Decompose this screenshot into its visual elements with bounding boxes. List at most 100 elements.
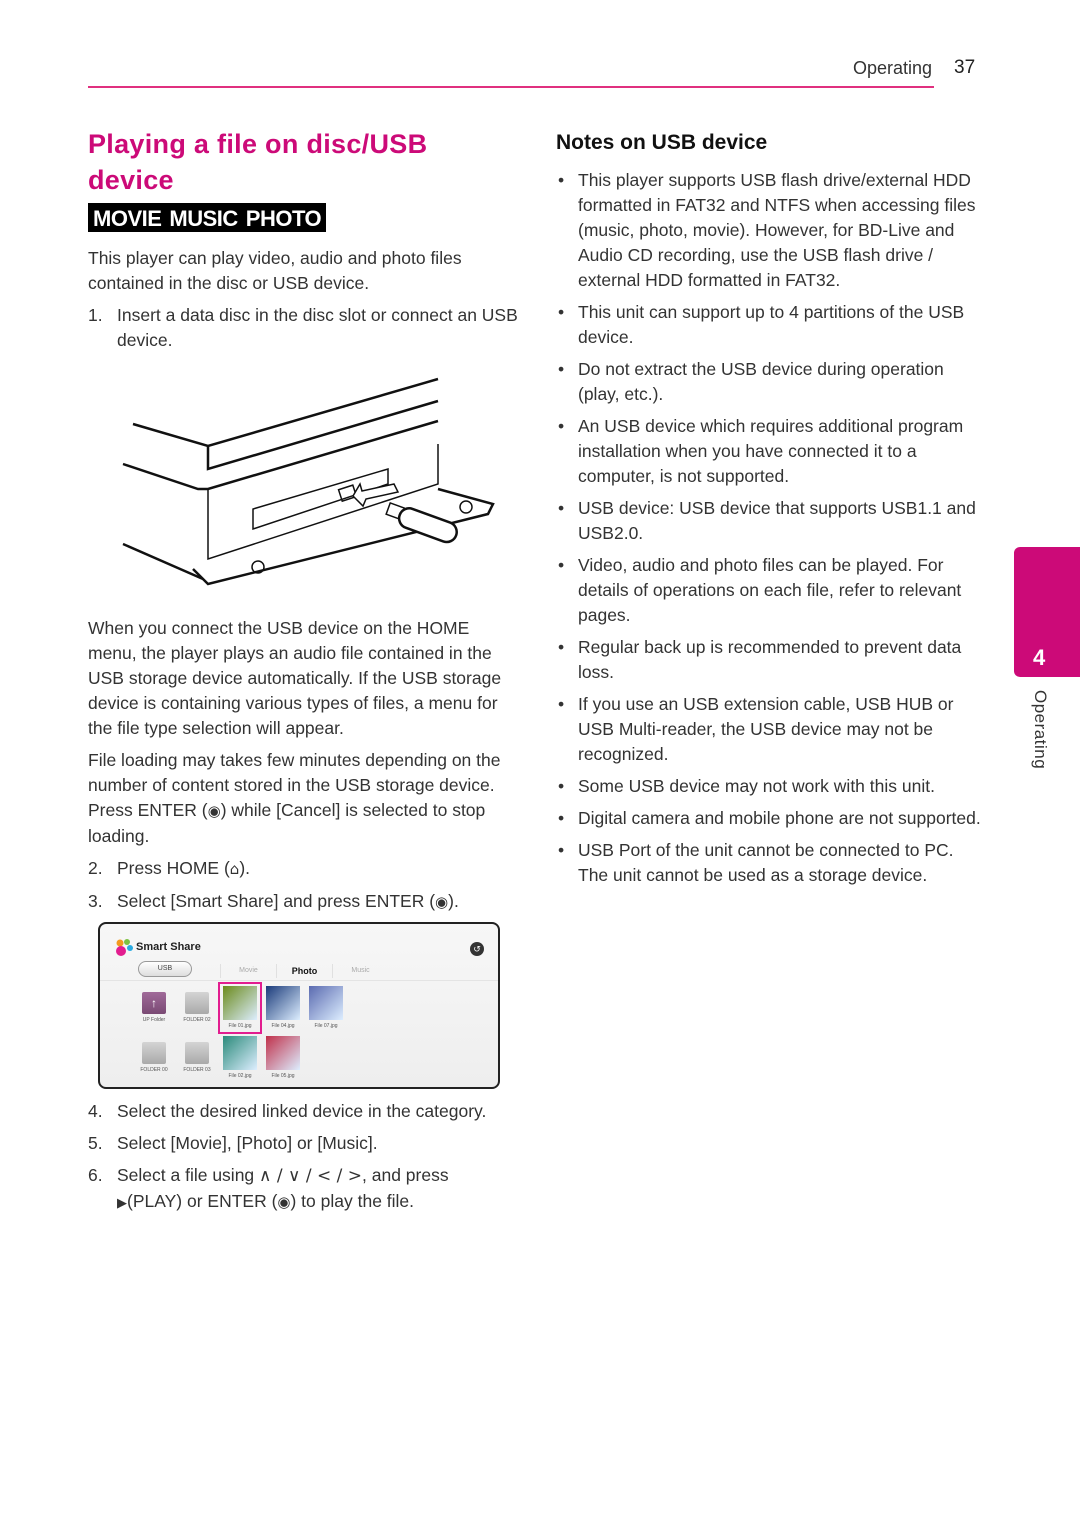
badge-movie: MOVIE bbox=[88, 203, 167, 232]
media-badges: MOVIE MUSIC PHOTO bbox=[88, 203, 518, 232]
header-section-title: Operating bbox=[852, 58, 932, 78]
folder-item[interactable]: FOLDER 03 bbox=[177, 1034, 217, 1082]
file-label: FOLDER 03 bbox=[183, 1067, 211, 1073]
file-label: File 02.jpg bbox=[228, 1073, 252, 1079]
note-text: This player supports USB flash drive/ext… bbox=[578, 170, 976, 290]
step-4: 4. Select the desired linked device in t… bbox=[88, 1101, 487, 1121]
header-rule: Operating bbox=[88, 56, 934, 88]
smart-share-screenshot: Smart Share USB Movie Photo Music ↺ ↑ UP … bbox=[98, 922, 500, 1089]
chapter-number: 4 bbox=[1033, 645, 1046, 670]
enter-icon: ◉ bbox=[435, 893, 449, 911]
note-item: • This unit can support up to 4 partition… bbox=[556, 300, 986, 350]
note-item: • USB Port of the unit cannot be connecte… bbox=[556, 838, 986, 888]
notes-title: Notes on USB device bbox=[556, 131, 768, 154]
note-item: • Do not extract the USB device during op… bbox=[556, 357, 986, 407]
note-text: Some USB device may not work with this u… bbox=[578, 776, 935, 796]
home-icon: ⌂ bbox=[229, 860, 240, 878]
foot-right bbox=[459, 500, 473, 514]
folder-icon bbox=[142, 1042, 166, 1064]
category-tabs: Movie Photo Music bbox=[220, 964, 388, 978]
step-5: 5. Select [Movie], [Photo] or [Music]. bbox=[88, 1133, 378, 1153]
bullet-icon: • bbox=[558, 359, 565, 379]
photo-thumbnail bbox=[266, 1036, 300, 1070]
folder-item[interactable]: FOLDER 00 bbox=[134, 1034, 174, 1082]
folder-icon bbox=[185, 1042, 209, 1064]
player-front-face bbox=[207, 444, 439, 561]
step-1: 1. Insert a data disc in the disc slot o… bbox=[88, 305, 518, 350]
intro-text: This player can play video, audio and ph… bbox=[88, 248, 462, 293]
file-loading-paragraph: File loading may takes few minutes depen… bbox=[88, 750, 501, 846]
file-label: File 07.jpg bbox=[314, 1023, 338, 1029]
bullet-icon: • bbox=[558, 170, 565, 190]
player-top-edge bbox=[132, 377, 439, 448]
note-text: Do not extract the USB device during ope… bbox=[578, 359, 944, 404]
photo-file-item[interactable]: File 02.jpg bbox=[220, 1034, 260, 1082]
up-folder-icon: ↑ bbox=[142, 992, 166, 1014]
step-3: 3. Select [Smart Share] and press ENTER … bbox=[88, 891, 459, 911]
device-usb-button[interactable]: USB bbox=[138, 961, 192, 977]
bullet-icon: • bbox=[558, 840, 565, 860]
smart-share-title: Smart Share bbox=[136, 941, 201, 953]
tab-movie[interactable]: Movie bbox=[220, 964, 276, 978]
photo-file-item[interactable]: File 07.jpg bbox=[306, 984, 346, 1032]
file-label: File 04.jpg bbox=[271, 1023, 295, 1029]
photo-file-item[interactable]: File 01.jpg bbox=[218, 982, 262, 1034]
section-title: Playing a file on disc/USB device bbox=[88, 129, 428, 195]
bullet-icon: • bbox=[558, 555, 565, 575]
bullet-icon: • bbox=[558, 776, 565, 796]
chapter-label: Operating bbox=[1031, 690, 1050, 770]
note-item: • USB device: USB device that supports US… bbox=[556, 496, 986, 546]
usb-connection-illustration bbox=[122, 377, 495, 586]
smart-share-logo-icon bbox=[116, 939, 133, 956]
player-front-edge bbox=[122, 419, 439, 491]
note-text: An USB device which requires additional … bbox=[578, 416, 964, 486]
player-side bbox=[122, 542, 204, 581]
file-grid: ↑ UP Folder FOLDER 02 File 01.jpg File 04.jp… bbox=[134, 982, 348, 1082]
note-text: This unit can support up to 4 partitions… bbox=[578, 302, 965, 347]
bullet-icon: • bbox=[558, 694, 565, 714]
chapter-tab bbox=[1014, 547, 1080, 677]
note-item: • Digital camera and mobile phone are not… bbox=[556, 806, 986, 831]
left-column: Playing a file on disc/USB device MOVIE … bbox=[88, 126, 518, 1223]
note-item: • Video, audio and photo files can be pla… bbox=[556, 553, 986, 628]
right-column: Notes on USB device • This player support… bbox=[556, 126, 986, 895]
tab-music[interactable]: Music bbox=[332, 964, 388, 978]
step-2: 2. Press HOME (⌂). bbox=[88, 858, 251, 878]
note-text: USB device: USB device that supports USB… bbox=[578, 498, 976, 543]
bullet-icon: • bbox=[558, 808, 565, 828]
step-6: 6. Select a file using ∧ / ∨ / < / >, an… bbox=[88, 1165, 449, 1211]
bullet-icon: • bbox=[558, 416, 565, 436]
note-item: • Some USB device may not work with this … bbox=[556, 774, 986, 799]
enter-icon: ◉ bbox=[207, 802, 221, 820]
note-item: • This player supports USB flash drive/ex… bbox=[556, 168, 986, 293]
up-folder-item[interactable]: ↑ UP Folder bbox=[134, 984, 174, 1032]
photo-file-item[interactable]: File 04.jpg bbox=[263, 984, 303, 1032]
play-icon: ▶ bbox=[117, 1196, 127, 1211]
arrow-keys-icon: ∧ / ∨ / < / > bbox=[259, 1166, 363, 1186]
page-number: 37 bbox=[954, 57, 976, 78]
file-label: File 05.jpg bbox=[271, 1073, 295, 1079]
note-item: • Regular back up is recommended to preve… bbox=[556, 635, 986, 685]
note-text: Video, audio and photo files can be play… bbox=[578, 555, 962, 625]
enter-icon: ◉ bbox=[277, 1193, 291, 1211]
photo-file-item[interactable]: File 05.jpg bbox=[263, 1034, 303, 1082]
note-text: Regular back up is recommended to preven… bbox=[578, 637, 962, 682]
folder-icon bbox=[185, 992, 209, 1014]
note-item: • An USB device which requires additional… bbox=[556, 414, 986, 489]
auto-play-paragraph: When you connect the USB device on the H… bbox=[88, 618, 502, 738]
header-divider bbox=[100, 980, 498, 981]
photo-thumbnail bbox=[266, 986, 300, 1020]
note-item: • If you use an USB extension cable, USB … bbox=[556, 692, 986, 767]
notes-list: • This player supports USB flash drive/ex… bbox=[556, 168, 986, 888]
folder-item[interactable]: FOLDER 02 bbox=[177, 984, 217, 1032]
badge-music: MUSIC bbox=[164, 203, 243, 232]
back-icon[interactable]: ↺ bbox=[470, 942, 484, 956]
file-label: FOLDER 02 bbox=[183, 1017, 211, 1023]
bullet-icon: • bbox=[558, 498, 565, 518]
file-label: File 01.jpg bbox=[228, 1023, 252, 1029]
badge-photo: PHOTO bbox=[240, 203, 327, 232]
photo-thumbnail bbox=[223, 1036, 257, 1070]
tab-photo[interactable]: Photo bbox=[276, 964, 332, 978]
note-text: Digital camera and mobile phone are not … bbox=[578, 808, 981, 828]
file-label: FOLDER 00 bbox=[140, 1067, 168, 1073]
